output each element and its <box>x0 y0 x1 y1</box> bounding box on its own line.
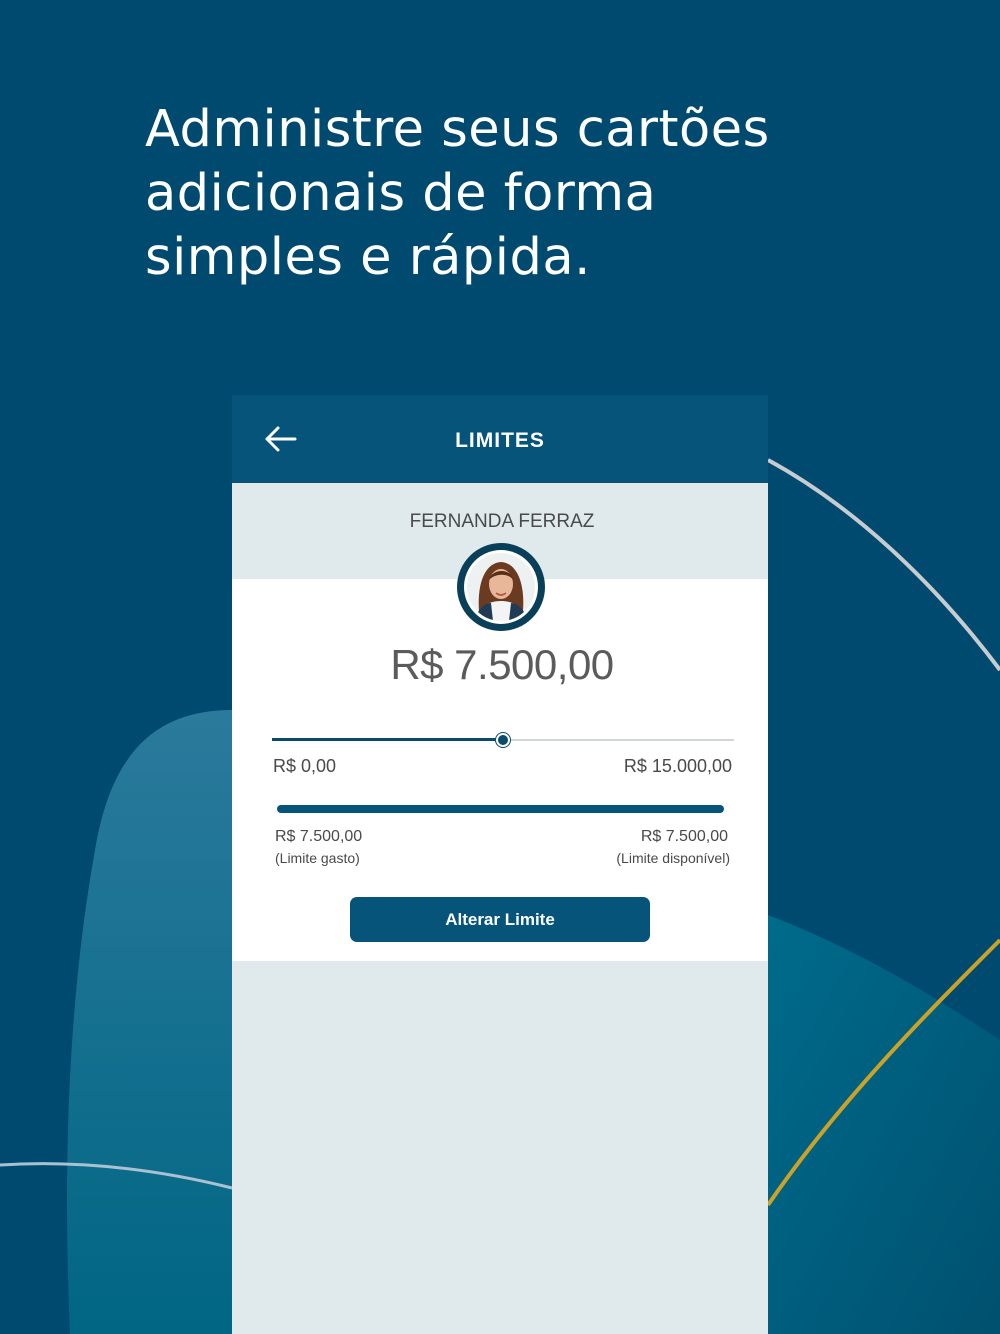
left-blob-shape <box>67 710 232 1334</box>
alter-limit-button[interactable]: Alterar Limite <box>350 897 650 942</box>
user-name: FERNANDA FERRAZ <box>409 511 595 532</box>
headline: Administre seus cartões adicionais de fo… <box>145 98 845 290</box>
headline-line-1: Administre seus cartões <box>145 100 770 159</box>
usage-bar <box>277 805 724 813</box>
limit-slider[interactable] <box>272 731 734 749</box>
available-value: R$ 7.500,00 <box>640 828 728 845</box>
spent-value: R$ 7.500,00 <box>275 828 363 845</box>
app-screen: LIMITES FERNANDA FERRAZ R$ 7.500,00 R$ 0… <box>232 395 768 1334</box>
grey-arc-line <box>767 458 1000 672</box>
slider-max-label: R$ 15.000,00 <box>623 756 732 776</box>
available-label: (Limite disponível) <box>616 850 730 866</box>
avatar-photo <box>467 553 535 621</box>
slider-thumb[interactable] <box>495 732 511 748</box>
slider-min-label: R$ 0,00 <box>273 756 337 776</box>
limit-amount: R$ 7.500,00 <box>390 641 614 688</box>
spent-label: (Limite gasto) <box>275 850 360 866</box>
slider-fill <box>272 738 503 741</box>
headline-line-2: adicionais de forma <box>145 164 657 223</box>
page-title: LIMITES <box>455 429 545 452</box>
avatar <box>457 543 545 631</box>
app-bar: LIMITES <box>232 395 768 483</box>
headline-line-3: simples e rápida. <box>145 228 591 287</box>
